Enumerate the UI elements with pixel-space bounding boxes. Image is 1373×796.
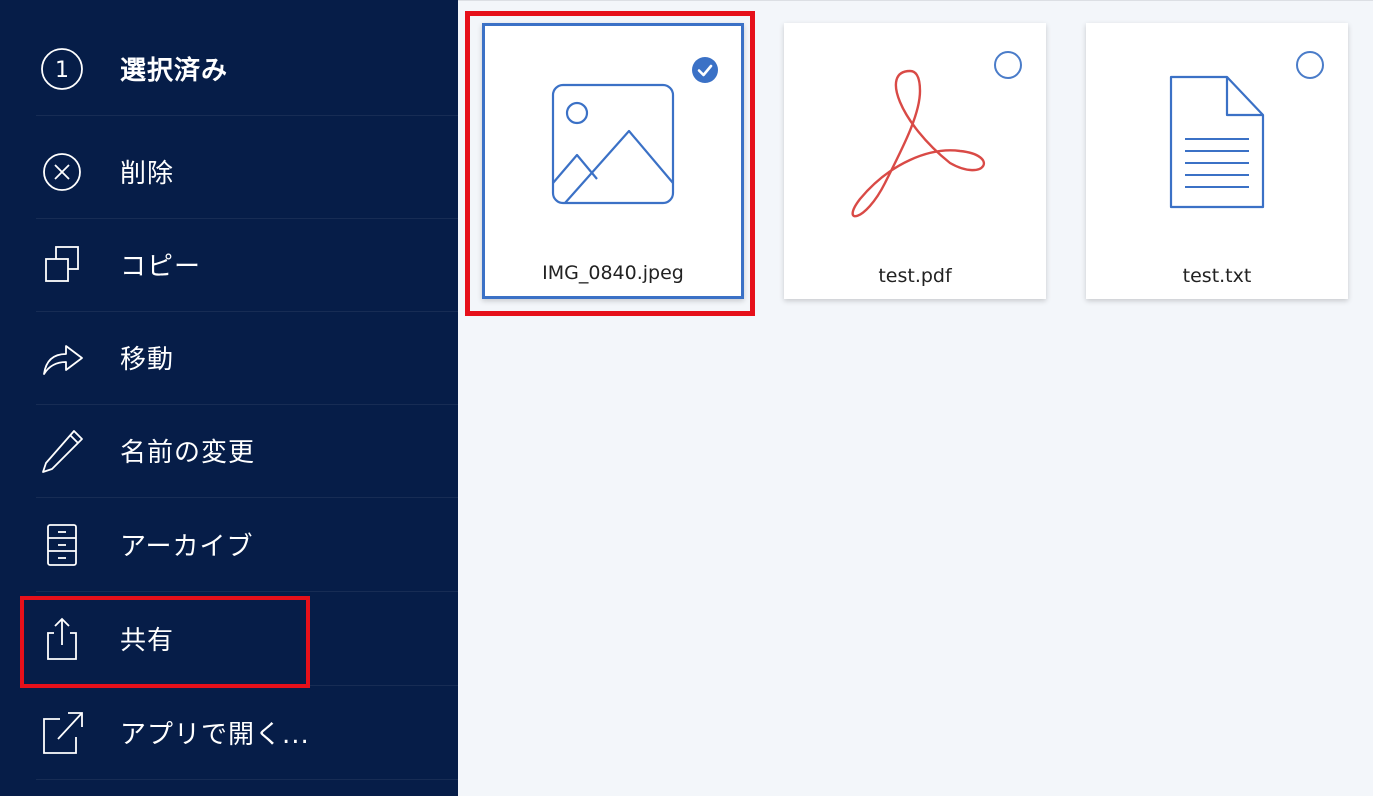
open-in-app-button[interactable]: アプリで開く... — [36, 686, 458, 780]
count-circle-icon: 1 — [38, 45, 86, 93]
file-highlight-frame — [465, 11, 755, 316]
move-button[interactable]: 移動 — [36, 311, 458, 405]
delete-label: 削除 — [120, 159, 175, 189]
file-card-test-txt[interactable]: test.txt — [1086, 23, 1348, 299]
pdf-icon — [851, 69, 985, 218]
rename-label: 名前の変更 — [120, 438, 256, 468]
selection-count: 1 選択済み — [36, 22, 458, 116]
share-highlight-frame — [20, 596, 310, 688]
pencil-icon — [38, 427, 86, 475]
close-circle-icon — [38, 148, 86, 196]
external-link-icon — [38, 709, 86, 757]
unchecked-circle-icon[interactable] — [994, 51, 1022, 79]
archive-label: アーカイブ — [120, 532, 254, 562]
file-name: test.txt — [1182, 265, 1252, 287]
selection-count-number: 1 — [55, 58, 69, 83]
copy-icon — [38, 241, 86, 289]
forward-arrow-icon — [38, 334, 86, 382]
selection-count-label: 選択済み — [120, 56, 229, 86]
text-document-icon — [1169, 75, 1265, 209]
unchecked-circle-icon[interactable] — [1296, 51, 1324, 79]
archive-icon — [38, 521, 86, 569]
open-in-app-label: アプリで開く... — [120, 720, 310, 750]
file-card-test-pdf[interactable]: test.pdf — [784, 23, 1046, 299]
archive-button[interactable]: アーカイブ — [36, 498, 458, 592]
file-name: test.pdf — [878, 265, 952, 287]
delete-button[interactable]: 削除 — [36, 125, 458, 219]
rename-button[interactable]: 名前の変更 — [36, 404, 458, 498]
copy-button[interactable]: コピー — [36, 218, 458, 312]
copy-label: コピー — [120, 252, 202, 282]
move-label: 移動 — [120, 345, 175, 375]
